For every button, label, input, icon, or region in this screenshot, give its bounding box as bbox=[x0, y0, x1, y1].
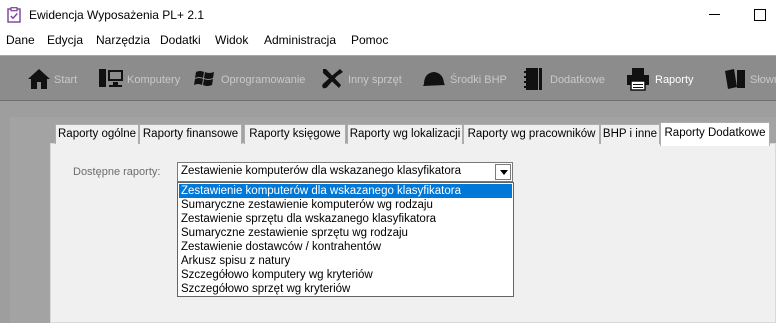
dropdown-option[interactable]: Zestawienie sprzętu dla wskazanego klasy… bbox=[179, 212, 512, 226]
notebook-icon bbox=[524, 68, 542, 90]
toolbar-dodatkowe-label: Dodatkowe bbox=[550, 74, 606, 86]
toolbar-srodki-bhp-button[interactable]: Środki BHP bbox=[421, 56, 511, 102]
toolbar-oprogramowanie-button[interactable]: Oprogramowanie bbox=[193, 56, 305, 102]
reports-combobox-value: Zestawienie komputerów dla wskazanego kl… bbox=[181, 165, 461, 177]
helmet-icon bbox=[423, 72, 445, 86]
dropdown-option[interactable]: Szczegółowo komputery wg kryteriów bbox=[179, 268, 512, 282]
chevron-down-icon[interactable] bbox=[495, 164, 511, 180]
title-bar: Ewidencja Wyposażenia PL+ 2.1 bbox=[0, 0, 776, 30]
reports-dropdown-list[interactable]: Zestawienie komputerów dla wskazanego kl… bbox=[177, 182, 514, 297]
tools-icon bbox=[322, 69, 343, 89]
dropdown-option[interactable]: Szczegółowo sprzęt wg kryteriów bbox=[179, 282, 512, 296]
tab-raporty-dodatkowe[interactable]: Raporty Dodatkowe bbox=[660, 122, 770, 146]
reports-combobox[interactable]: Zestawienie komputerów dla wskazanego kl… bbox=[177, 162, 513, 182]
menu-pomoc[interactable]: Pomoc bbox=[351, 33, 388, 47]
menu-dane[interactable]: Dane bbox=[6, 33, 35, 47]
toolbar-raporty-label: Raporty bbox=[655, 74, 694, 86]
dropdown-option[interactable]: Arkusz spisu z natury bbox=[179, 254, 512, 268]
tab-raporty-wg-lokalizacji[interactable]: Raporty wg lokalizacji bbox=[347, 124, 463, 144]
books-icon bbox=[725, 69, 745, 89]
menu-bar: Dane Edycja Narzędzia Dodatki Widok Admi… bbox=[0, 30, 776, 50]
tab-raporty-finansowe[interactable]: Raporty finansowe bbox=[139, 124, 242, 144]
toolbar-komputery-button[interactable]: Komputery bbox=[98, 56, 188, 102]
toolbar-raporty-button[interactable]: Raporty bbox=[625, 56, 705, 102]
toolbar-dodatkowe-button[interactable]: Dodatkowe bbox=[521, 56, 611, 102]
window-title: Ewidencja Wyposażenia PL+ 2.1 bbox=[29, 8, 204, 22]
tab-raporty-ogolne[interactable]: Raporty ogólne bbox=[55, 124, 139, 144]
menu-widok[interactable]: Widok bbox=[215, 33, 248, 47]
toolbar: Start Komputery Oprogramowanie Inny sprz… bbox=[0, 55, 776, 101]
clipboard-check-icon bbox=[7, 7, 21, 23]
menu-narzedzia[interactable]: Narzędzia bbox=[96, 33, 150, 47]
toolbar-komputery-label: Komputery bbox=[127, 74, 181, 86]
menu-administracja[interactable]: Administracja bbox=[264, 33, 336, 47]
toolbar-oprogramowanie-label: Oprogramowanie bbox=[221, 74, 306, 86]
toolbar-inny-sprzet-label: Inny sprzęt bbox=[348, 74, 402, 86]
dropdown-option[interactable]: Sumaryczne zestawienie komputerów wg rod… bbox=[179, 198, 512, 212]
toolbar-start-button[interactable]: Start bbox=[26, 56, 86, 102]
toolbar-start-label: Start bbox=[54, 74, 78, 86]
tab-bhp-i-inne[interactable]: BHP i inne bbox=[600, 124, 660, 144]
toolbar-slowniki-button[interactable]: Słowniki bbox=[723, 56, 776, 102]
dropdown-option[interactable]: Zestawienie dostawców / kontrahentów bbox=[179, 240, 512, 254]
minimize-button[interactable] bbox=[700, 0, 730, 30]
toolbar-slowniki-label: Słowniki bbox=[750, 74, 776, 86]
available-reports-label: Dostępne raporty: bbox=[73, 166, 161, 178]
home-icon bbox=[28, 69, 50, 89]
toolbar-srodki-bhp-label: Środki BHP bbox=[450, 74, 507, 86]
maximize-button[interactable] bbox=[745, 0, 775, 30]
dropdown-option[interactable]: Sumaryczne zestawienie sprzętu wg rodzaj… bbox=[179, 226, 512, 240]
menu-dodatki[interactable]: Dodatki bbox=[160, 33, 201, 47]
menu-edycja[interactable]: Edycja bbox=[47, 33, 83, 47]
tab-raporty-wg-pracownikow[interactable]: Raporty wg pracowników bbox=[463, 124, 600, 144]
windows-logo-icon bbox=[194, 71, 214, 86]
dropdown-option[interactable]: Zestawienie komputerów dla wskazanego kl… bbox=[179, 184, 512, 198]
printer-icon bbox=[627, 68, 649, 91]
computer-icon bbox=[99, 69, 123, 87]
tab-raporty-ksiegowe[interactable]: Raporty księgowe bbox=[244, 124, 346, 144]
toolbar-inny-sprzet-button[interactable]: Inny sprzęt bbox=[319, 56, 409, 102]
